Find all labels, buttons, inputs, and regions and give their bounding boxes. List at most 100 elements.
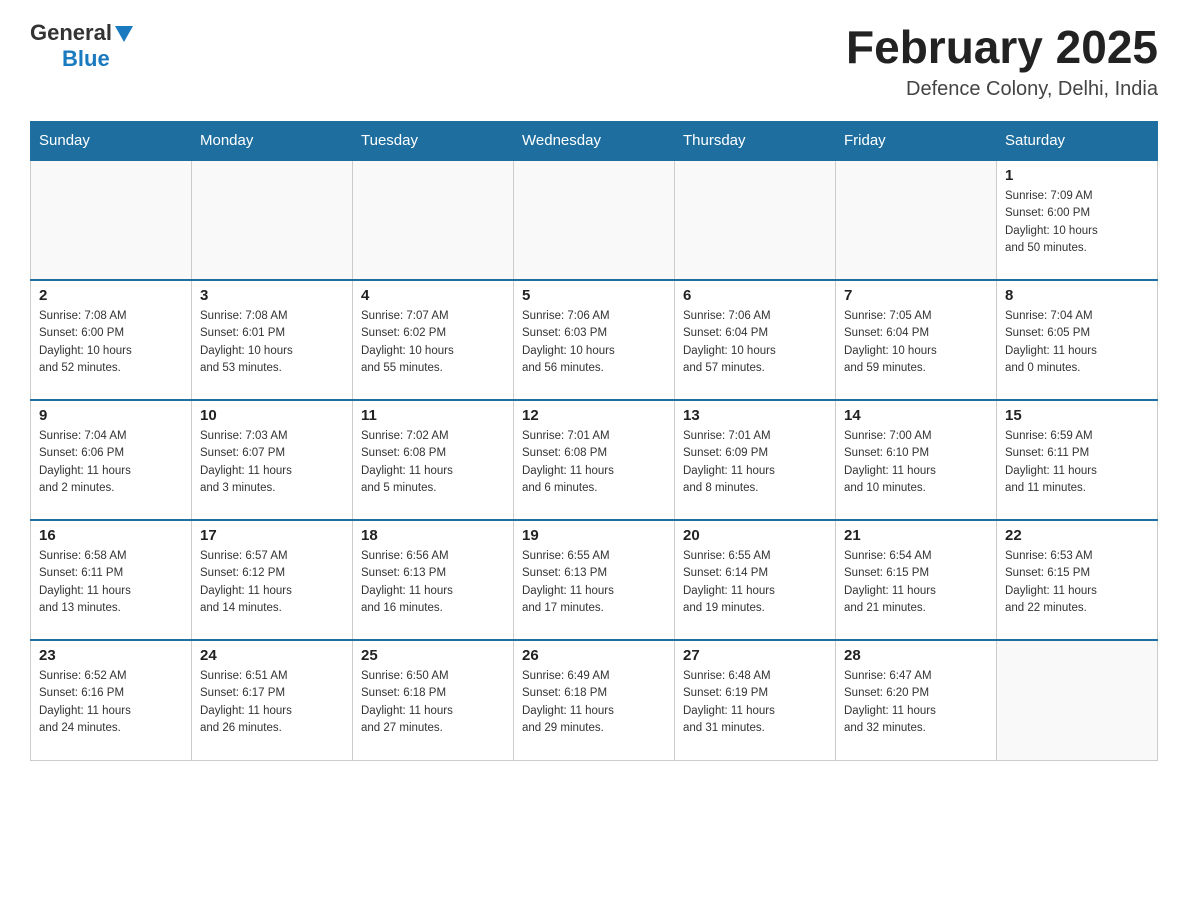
day-number: 10 — [200, 407, 344, 424]
day-number: 21 — [844, 527, 988, 544]
calendar-cell: 14 Sunrise: 7:00 AM Sunset: 6:10 PM Dayli… — [836, 400, 997, 520]
logo-blue-text: Blue — [62, 46, 110, 71]
calendar-cell — [836, 160, 997, 280]
calendar-cell: 6 Sunrise: 7:06 AM Sunset: 6:04 PM Daylig… — [675, 280, 836, 400]
day-number: 11 — [361, 407, 505, 424]
calendar-cell: 23Sunrise: 6:52 AM Sunset: 6:16 PM Dayli… — [31, 640, 192, 760]
calendar-week-row: 23Sunrise: 6:52 AM Sunset: 6:16 PM Dayli… — [31, 640, 1158, 760]
day-number: 4 — [361, 287, 505, 304]
day-info: Sunrise: 7:01 AM Sunset: 6:09 PM Dayligh… — [683, 428, 827, 497]
day-info: Sunrise: 7:02 AM Sunset: 6:08 PM Dayligh… — [361, 428, 505, 497]
day-info: Sunrise: 6:54 AM Sunset: 6:15 PM Dayligh… — [844, 548, 988, 617]
day-info: Sunrise: 7:08 AM Sunset: 6:01 PM Dayligh… — [200, 308, 344, 377]
day-number: 19 — [522, 527, 666, 544]
calendar-cell: 11 Sunrise: 7:02 AM Sunset: 6:08 PM Dayli… — [353, 400, 514, 520]
weekday-header-wednesday: Wednesday — [514, 122, 675, 161]
weekday-header-sunday: Sunday — [31, 122, 192, 161]
day-info: Sunrise: 6:55 AM Sunset: 6:13 PM Dayligh… — [522, 548, 666, 617]
day-info: Sunrise: 6:52 AM Sunset: 6:16 PM Dayligh… — [39, 668, 183, 737]
day-number: 3 — [200, 287, 344, 304]
day-number: 14 — [844, 407, 988, 424]
weekday-header-saturday: Saturday — [997, 122, 1158, 161]
title-block: February 2025 Defence Colony, Delhi, Ind… — [846, 20, 1158, 101]
day-number: 5 — [522, 287, 666, 304]
day-info: Sunrise: 6:48 AM Sunset: 6:19 PM Dayligh… — [683, 668, 827, 737]
calendar-cell: 25 Sunrise: 6:50 AM Sunset: 6:18 PM Dayli… — [353, 640, 514, 760]
day-info: Sunrise: 7:00 AM Sunset: 6:10 PM Dayligh… — [844, 428, 988, 497]
day-info: Sunrise: 6:55 AM Sunset: 6:14 PM Dayligh… — [683, 548, 827, 617]
day-info: Sunrise: 6:53 AM Sunset: 6:15 PM Dayligh… — [1005, 548, 1149, 617]
calendar-cell: 20 Sunrise: 6:55 AM Sunset: 6:14 PM Dayli… — [675, 520, 836, 640]
day-number: 25 — [361, 647, 505, 664]
calendar-cell: 19 Sunrise: 6:55 AM Sunset: 6:13 PM Dayli… — [514, 520, 675, 640]
calendar-cell: 10 Sunrise: 7:03 AM Sunset: 6:07 PM Dayli… — [192, 400, 353, 520]
day-info: Sunrise: 7:06 AM Sunset: 6:04 PM Dayligh… — [683, 308, 827, 377]
day-info: Sunrise: 6:47 AM Sunset: 6:20 PM Dayligh… — [844, 668, 988, 737]
calendar-cell: 26 Sunrise: 6:49 AM Sunset: 6:18 PM Dayli… — [514, 640, 675, 760]
calendar-week-row: 9 Sunrise: 7:04 AM Sunset: 6:06 PM Daylig… — [31, 400, 1158, 520]
calendar-cell: 4 Sunrise: 7:07 AM Sunset: 6:02 PM Daylig… — [353, 280, 514, 400]
calendar-week-row: 2 Sunrise: 7:08 AM Sunset: 6:00 PM Daylig… — [31, 280, 1158, 400]
day-number: 13 — [683, 407, 827, 424]
calendar-header-row: SundayMondayTuesdayWednesdayThursdayFrid… — [31, 122, 1158, 161]
day-info: Sunrise: 7:05 AM Sunset: 6:04 PM Dayligh… — [844, 308, 988, 377]
day-number: 7 — [844, 287, 988, 304]
calendar-table: SundayMondayTuesdayWednesdayThursdayFrid… — [30, 121, 1158, 761]
calendar-cell: 16Sunrise: 6:58 AM Sunset: 6:11 PM Dayli… — [31, 520, 192, 640]
calendar-cell: 12 Sunrise: 7:01 AM Sunset: 6:08 PM Dayli… — [514, 400, 675, 520]
logo: General Blue — [30, 20, 133, 72]
day-number: 22 — [1005, 527, 1149, 544]
day-number: 6 — [683, 287, 827, 304]
day-info: Sunrise: 6:58 AM Sunset: 6:11 PM Dayligh… — [39, 548, 183, 617]
calendar-cell — [514, 160, 675, 280]
day-info: Sunrise: 7:01 AM Sunset: 6:08 PM Dayligh… — [522, 428, 666, 497]
day-info: Sunrise: 7:07 AM Sunset: 6:02 PM Dayligh… — [361, 308, 505, 377]
calendar-week-row: 1 Sunrise: 7:09 AM Sunset: 6:00 PM Daylig… — [31, 160, 1158, 280]
calendar-cell: 17 Sunrise: 6:57 AM Sunset: 6:12 PM Dayli… — [192, 520, 353, 640]
day-number: 24 — [200, 647, 344, 664]
calendar-cell: 5 Sunrise: 7:06 AM Sunset: 6:03 PM Daylig… — [514, 280, 675, 400]
calendar-cell: 24 Sunrise: 6:51 AM Sunset: 6:17 PM Dayli… — [192, 640, 353, 760]
day-info: Sunrise: 7:08 AM Sunset: 6:00 PM Dayligh… — [39, 308, 183, 377]
calendar-cell — [353, 160, 514, 280]
weekday-header-friday: Friday — [836, 122, 997, 161]
day-info: Sunrise: 7:04 AM Sunset: 6:06 PM Dayligh… — [39, 428, 183, 497]
day-info: Sunrise: 6:51 AM Sunset: 6:17 PM Dayligh… — [200, 668, 344, 737]
day-info: Sunrise: 7:06 AM Sunset: 6:03 PM Dayligh… — [522, 308, 666, 377]
day-info: Sunrise: 6:50 AM Sunset: 6:18 PM Dayligh… — [361, 668, 505, 737]
page-header: General Blue February 2025 Defence Colon… — [30, 20, 1158, 101]
weekday-header-tuesday: Tuesday — [353, 122, 514, 161]
day-info: Sunrise: 7:03 AM Sunset: 6:07 PM Dayligh… — [200, 428, 344, 497]
calendar-cell: 2 Sunrise: 7:08 AM Sunset: 6:00 PM Daylig… — [31, 280, 192, 400]
day-number: 28 — [844, 647, 988, 664]
location-title: Defence Colony, Delhi, India — [846, 78, 1158, 101]
calendar-cell: 21 Sunrise: 6:54 AM Sunset: 6:15 PM Dayli… — [836, 520, 997, 640]
day-info: Sunrise: 6:57 AM Sunset: 6:12 PM Dayligh… — [200, 548, 344, 617]
calendar-cell: 27Sunrise: 6:48 AM Sunset: 6:19 PM Dayli… — [675, 640, 836, 760]
calendar-cell — [997, 640, 1158, 760]
calendar-cell: 18Sunrise: 6:56 AM Sunset: 6:13 PM Dayli… — [353, 520, 514, 640]
calendar-cell — [192, 160, 353, 280]
weekday-header-monday: Monday — [192, 122, 353, 161]
day-number: 9 — [39, 407, 183, 424]
calendar-week-row: 16Sunrise: 6:58 AM Sunset: 6:11 PM Dayli… — [31, 520, 1158, 640]
calendar-cell: 1 Sunrise: 7:09 AM Sunset: 6:00 PM Daylig… — [997, 160, 1158, 280]
calendar-cell — [675, 160, 836, 280]
calendar-cell: 13 Sunrise: 7:01 AM Sunset: 6:09 PM Dayli… — [675, 400, 836, 520]
day-number: 1 — [1005, 167, 1149, 184]
day-number: 17 — [200, 527, 344, 544]
logo-general-text: General — [30, 20, 112, 46]
calendar-cell: 9 Sunrise: 7:04 AM Sunset: 6:06 PM Daylig… — [31, 400, 192, 520]
day-number: 2 — [39, 287, 183, 304]
day-info: Sunrise: 6:56 AM Sunset: 6:13 PM Dayligh… — [361, 548, 505, 617]
day-info: Sunrise: 7:09 AM Sunset: 6:00 PM Dayligh… — [1005, 188, 1149, 257]
calendar-cell: 28 Sunrise: 6:47 AM Sunset: 6:20 PM Dayli… — [836, 640, 997, 760]
weekday-header-thursday: Thursday — [675, 122, 836, 161]
day-number: 12 — [522, 407, 666, 424]
day-info: Sunrise: 6:49 AM Sunset: 6:18 PM Dayligh… — [522, 668, 666, 737]
day-number: 26 — [522, 647, 666, 664]
day-info: Sunrise: 6:59 AM Sunset: 6:11 PM Dayligh… — [1005, 428, 1149, 497]
calendar-cell: 7 Sunrise: 7:05 AM Sunset: 6:04 PM Daylig… — [836, 280, 997, 400]
day-number: 20 — [683, 527, 827, 544]
calendar-cell: 22 Sunrise: 6:53 AM Sunset: 6:15 PM Dayli… — [997, 520, 1158, 640]
